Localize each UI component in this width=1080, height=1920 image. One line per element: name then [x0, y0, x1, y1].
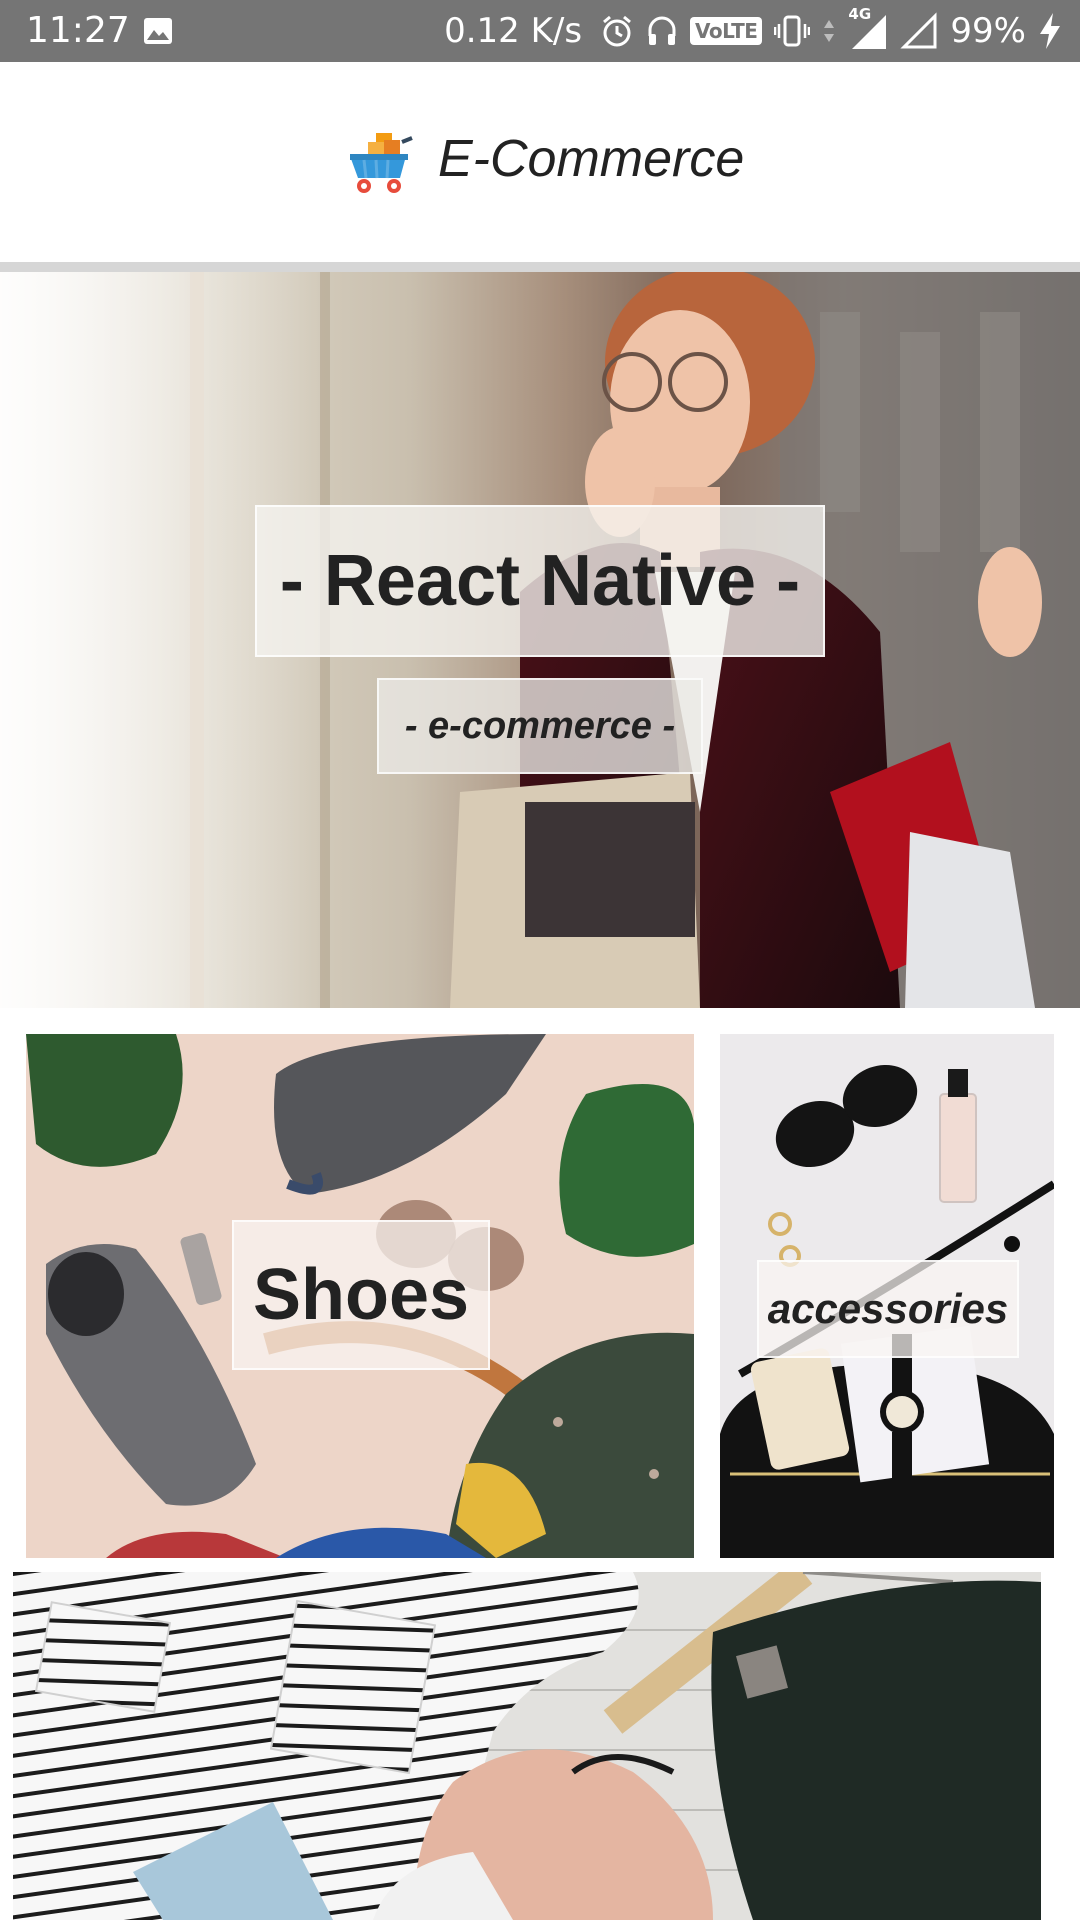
accessories-label-box: accessories	[757, 1260, 1019, 1358]
app-header: E-Commerce	[0, 62, 1080, 262]
app-title: E-Commerce	[438, 130, 745, 188]
signal-4g: 4G	[848, 5, 888, 51]
charging-icon	[1040, 13, 1060, 49]
hero-title-box: - React Native -	[255, 505, 825, 657]
hero-title: - React Native -	[279, 541, 801, 621]
volte-badge: VoLTE	[690, 17, 763, 45]
status-icons: 0.12 K/s VoLTE 4G 99%	[444, 0, 1062, 62]
category-tile-clothing[interactable]	[13, 1572, 1041, 1920]
hero-subtitle: - e-commerce -	[404, 704, 676, 747]
vibrate-icon	[774, 15, 811, 47]
app-screen: 11:27 0.12 K/s VoLTE 4G 99% E-Commerce -…	[0, 0, 1080, 1920]
shopping-cart-icon	[350, 133, 413, 193]
status-bar: 11:27 0.12 K/s VoLTE 4G 99%	[0, 0, 1080, 62]
clothing-image	[13, 1572, 1041, 1920]
net-speed: 0.12 K/s	[444, 11, 583, 51]
alarm-icon	[603, 15, 632, 47]
signal-icon	[852, 15, 887, 49]
category-tile-shoes[interactable]: Shoes	[26, 1034, 694, 1558]
headphones-icon	[648, 16, 676, 45]
battery-level: 99%	[950, 11, 1026, 51]
hero-subtitle-box: - e-commerce -	[377, 678, 703, 774]
header-divider	[0, 262, 1080, 272]
signal-empty-icon	[900, 12, 937, 49]
category-tile-accessories[interactable]: accessories	[720, 1034, 1054, 1558]
gallery-icon	[144, 18, 172, 44]
hero-banner[interactable]: - React Native - - e-commerce -	[0, 272, 1080, 1008]
shoes-label-box: Shoes	[232, 1220, 490, 1370]
data-arrows-icon	[824, 20, 835, 42]
category-label-shoes: Shoes	[252, 1255, 470, 1335]
status-time: 11:27	[26, 10, 130, 51]
category-label-accessories: accessories	[767, 1285, 1009, 1332]
